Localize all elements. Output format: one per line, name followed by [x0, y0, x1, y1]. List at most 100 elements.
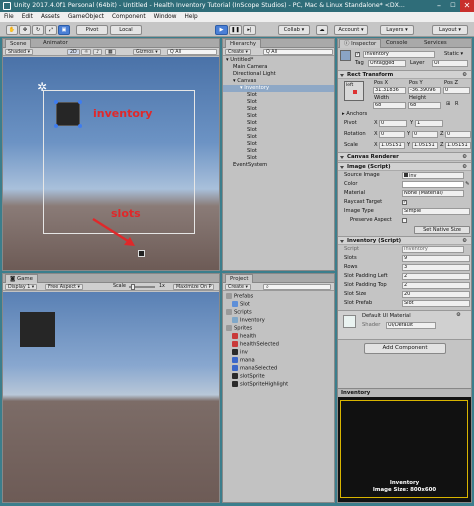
color-swatch[interactable] [402, 181, 464, 188]
rotate-tool-button[interactable]: ↻ [32, 25, 44, 35]
blueprint-mode-button[interactable]: ⊞ [446, 101, 450, 108]
rect-handle[interactable] [78, 100, 82, 104]
pivot-toggle-button[interactable]: Pivot [76, 25, 108, 35]
width-field[interactable]: 68 [373, 102, 406, 109]
pivot-y-field[interactable]: 1 [415, 120, 443, 127]
gear-icon[interactable]: ⚙ [462, 237, 467, 245]
hierarchy-row[interactable]: Slot [223, 155, 334, 162]
lighting-toggle[interactable]: ☼ [81, 49, 92, 55]
layers-dropdown[interactable]: Layers ▾ [380, 25, 414, 35]
project-item[interactable]: manaSelected [232, 365, 277, 372]
collab-dropdown[interactable]: Collab ▾ [278, 25, 310, 35]
tab-animator[interactable]: Animator [39, 39, 72, 48]
hierarchy-row[interactable]: Slot [223, 99, 334, 106]
hierarchy-row[interactable]: Slot [223, 120, 334, 127]
inventory-script-header[interactable]: Inventory (Script) ⚙ [338, 236, 471, 245]
gear-icon[interactable]: ⚙ [462, 153, 467, 161]
project-item[interactable]: slotSprite [232, 373, 265, 380]
rect-transform-header[interactable]: Rect Transform ⚙ [338, 70, 471, 79]
object-name-field[interactable]: Inventory [363, 51, 435, 58]
tab-inspector[interactable]: ⓘ Inspector [339, 39, 382, 48]
project-item[interactable]: Prefabs [226, 293, 253, 300]
hierarchy-row[interactable]: Slot [223, 134, 334, 141]
preview-header[interactable]: Inventory [338, 388, 471, 397]
layout-dropdown[interactable]: Layout ▾ [432, 25, 468, 35]
close-button[interactable]: ✕ [460, 0, 474, 12]
pos-z-field[interactable]: 0 [443, 87, 470, 94]
local-toggle-button[interactable]: Local [110, 25, 142, 35]
menu-edit[interactable]: Edit [18, 12, 37, 22]
scene-viewport[interactable]: ✲ inventory slots [3, 57, 219, 270]
material-field[interactable]: None (Material) [402, 190, 464, 197]
hierarchy-row[interactable]: Slot [223, 113, 334, 120]
rot-z-field[interactable]: 0 [445, 131, 471, 138]
layer-dropdown[interactable]: UI [432, 60, 468, 67]
inventory-field-input[interactable]: 2 [402, 282, 470, 289]
hierarchy-row[interactable]: Directional Light [223, 71, 334, 78]
menu-assets[interactable]: Assets [37, 12, 64, 22]
menu-file[interactable]: File [0, 12, 18, 22]
image-type-dropdown[interactable]: Simple [402, 208, 470, 215]
rot-x-field[interactable]: 0 [379, 131, 405, 138]
scale-x-field[interactable]: 1.05151 [379, 142, 405, 149]
pivot-x-field[interactable]: 0 [379, 120, 407, 127]
inventory-field-input[interactable]: 2 [402, 273, 470, 280]
effects-toggle[interactable]: ▦ [105, 49, 116, 55]
raw-edit-button[interactable]: R [455, 101, 458, 108]
hierarchy-row[interactable]: ▾ Canvas [223, 78, 334, 85]
hierarchy-row[interactable]: Slot [223, 148, 334, 155]
scale-tool-button[interactable]: ⤢ [45, 25, 57, 35]
hierarchy-row[interactable]: Slot [223, 141, 334, 148]
cloud-button[interactable]: ☁ [316, 25, 328, 35]
project-item[interactable]: Slot [232, 301, 250, 308]
inventory-field-input[interactable]: 9 [402, 255, 470, 262]
preserve-aspect-checkbox[interactable] [402, 218, 407, 223]
project-create-dropdown[interactable]: Create ▾ [225, 284, 251, 290]
hierarchy-create-dropdown[interactable]: Create ▾ [225, 49, 251, 55]
step-button[interactable]: ▸| [243, 25, 256, 35]
hierarchy-row[interactable]: ▾ Untitled* [223, 57, 334, 64]
game-viewport[interactable] [3, 292, 219, 502]
anchors-foldout[interactable]: ▸ Anchors [342, 111, 367, 118]
hierarchy-row[interactable]: ▾ Inventory [223, 85, 334, 92]
pos-y-field[interactable]: -36.39096 [408, 87, 441, 94]
scale-y-field[interactable]: 1.05151 [412, 142, 438, 149]
menu-help[interactable]: Help [180, 12, 201, 22]
set-native-size-button[interactable]: Set Native Size [414, 226, 470, 234]
tab-project[interactable]: Project [225, 274, 254, 283]
gear-icon[interactable]: ⚙ [456, 312, 461, 319]
pause-button[interactable]: ❚❚ [229, 25, 242, 35]
raycast-target-checkbox[interactable]: ✓ [402, 200, 407, 205]
shading-dropdown[interactable]: Shaded ▾ [5, 49, 33, 55]
rect-tool-button[interactable]: ▣ [58, 25, 70, 35]
hierarchy-row[interactable]: Main Camera [223, 64, 334, 71]
eyedropper-icon[interactable]: ✎ [465, 181, 469, 188]
inventory-field-input[interactable]: 3 [402, 264, 470, 271]
menu-window[interactable]: Window [150, 12, 181, 22]
inventory-image[interactable] [56, 102, 80, 126]
project-item[interactable]: slotSpriteHighlight [232, 381, 288, 388]
move-tool-button[interactable]: ✥ [19, 25, 31, 35]
hand-tool-button[interactable]: ✋ [6, 25, 18, 35]
tag-dropdown[interactable]: Untagged [368, 60, 406, 67]
rect-handle[interactable] [78, 124, 82, 128]
rect-handle[interactable] [54, 100, 58, 104]
inventory-field-input[interactable]: 20 [402, 291, 470, 298]
active-checkbox[interactable]: ✓ [355, 52, 360, 57]
project-search-input[interactable]: ⌕ [263, 284, 331, 290]
static-dropdown[interactable]: Static ▾ [444, 51, 463, 58]
account-dropdown[interactable]: Account ▾ [334, 25, 368, 35]
rot-y-field[interactable]: 0 [412, 131, 438, 138]
hierarchy-search-input[interactable]: Q All [263, 49, 333, 55]
menu-gameobject[interactable]: GameObject [64, 12, 108, 22]
play-button[interactable]: ▶ [215, 25, 228, 35]
image-script-header[interactable]: Image (Script) ⚙ [338, 162, 471, 171]
hierarchy-row[interactable]: Slot [223, 127, 334, 134]
display-dropdown[interactable]: Display 1 ▾ [5, 284, 38, 290]
tab-console[interactable]: Console [382, 39, 411, 48]
aspect-dropdown[interactable]: Free Aspect ▾ [45, 284, 83, 290]
scene-search-input[interactable]: Q All [167, 49, 217, 55]
hierarchy-row[interactable]: EventSystem [223, 162, 334, 169]
scale-slider-thumb[interactable] [131, 284, 135, 290]
project-item[interactable]: Scripts [226, 309, 252, 316]
